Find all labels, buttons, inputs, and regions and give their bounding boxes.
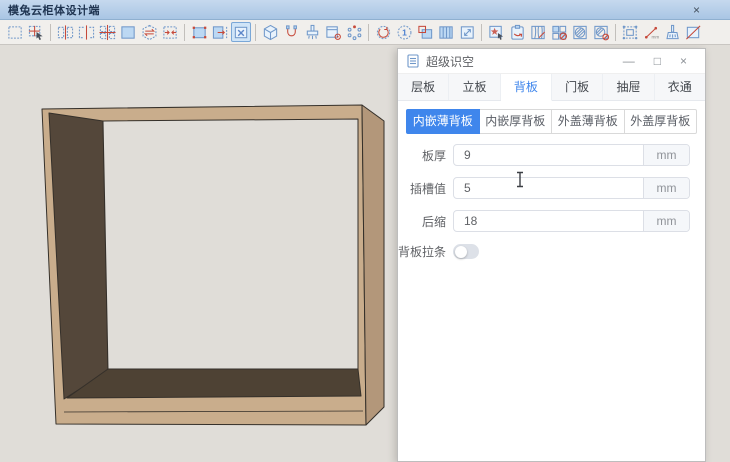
board-thickness-label: 板厚: [398, 147, 446, 164]
clipboard-transfer-icon[interactable]: [507, 22, 527, 42]
magnet-snap-icon[interactable]: [281, 22, 301, 42]
slot-value-inputwrap: mm: [453, 177, 690, 199]
panel-corner-points-icon[interactable]: [189, 22, 209, 42]
measure-dimension-icon[interactable]: mm: [641, 22, 661, 42]
main-toolbar: 1 mm: [0, 20, 730, 45]
slot-value-row: 插槽值 mm: [398, 177, 690, 199]
board-thickness-inputwrap: mm: [453, 144, 690, 166]
split-grid-icon[interactable]: [97, 22, 117, 42]
back-inset-inputwrap: mm: [453, 210, 690, 232]
panel-title: 超级识空: [426, 53, 474, 70]
toolbar-separator: [184, 24, 185, 41]
box-settings-icon[interactable]: [323, 22, 343, 42]
tab-beiban[interactable]: 背板: [501, 74, 552, 101]
tab-chouti[interactable]: 抽屉: [603, 74, 654, 100]
grid-disable-icon[interactable]: [549, 22, 569, 42]
panel-form: 板厚 mm 插槽值 mm 后缩 mm: [398, 134, 705, 260]
tab-yitong[interactable]: 衣通: [655, 74, 705, 100]
toolbar-separator: [50, 24, 51, 41]
dialog-panel: 超级识空 — □ × 层板 立板 背板 门板 抽屉 衣通 内嵌薄背板 内嵌厚背板…: [397, 48, 706, 462]
clean-broom-icon[interactable]: [662, 22, 682, 42]
panel-close-button[interactable]: ×: [680, 49, 687, 74]
fill-panel-icon[interactable]: [118, 22, 138, 42]
tab-cengban[interactable]: 层板: [398, 74, 449, 100]
hatch-material-icon[interactable]: [570, 22, 590, 42]
slot-value-unit: mm: [643, 178, 689, 198]
toolbar-separator: [481, 24, 482, 41]
panel-tab-bar: 层板 立板 背板 门板 抽屉 衣通: [398, 74, 705, 101]
toolbar-separator: [368, 24, 369, 41]
app-window: 模兔云柜体设计端 × 1 mm 超级识空 — □: [0, 0, 730, 462]
box-3d-icon[interactable]: [260, 22, 280, 42]
paint-brush-icon[interactable]: [302, 22, 322, 42]
window-close-button[interactable]: ×: [693, 1, 700, 19]
component-dots-icon[interactable]: [344, 22, 364, 42]
merge-panels-icon[interactable]: [160, 22, 180, 42]
panel-document-icon: [407, 54, 420, 68]
panel-window-controls: — □ ×: [623, 49, 687, 74]
toolbar-separator: [615, 24, 616, 41]
panel-titlebar: 超级识空 — □ ×: [398, 49, 705, 74]
frame-edit-icon[interactable]: [620, 22, 640, 42]
svg-text:1: 1: [402, 27, 407, 37]
resize-panel-icon[interactable]: [457, 22, 477, 42]
tab-liban[interactable]: 立板: [449, 74, 500, 100]
back-inset-row: 后缩 mm: [398, 210, 690, 232]
select-area-cursor-icon[interactable]: [26, 22, 46, 42]
window-title: 模兔云柜体设计端: [8, 2, 100, 18]
back-inset-unit: mm: [643, 211, 689, 231]
back-strip-toggle-label: 背板拉条: [398, 243, 446, 260]
svg-text:mm: mm: [651, 35, 659, 40]
slot-value-input[interactable]: [454, 178, 643, 198]
disable-slash-icon[interactable]: [683, 22, 703, 42]
toggle-knob: [455, 246, 467, 258]
subtab-overlay-thick-back[interactable]: 外盖厚背板: [624, 109, 698, 134]
back-strip-toggle[interactable]: [453, 244, 479, 259]
rotate-component-icon[interactable]: [373, 22, 393, 42]
curtain-edit-icon[interactable]: [528, 22, 548, 42]
panel-maximize-button[interactable]: □: [654, 49, 661, 74]
hatch-material-remove-icon[interactable]: [591, 22, 611, 42]
subtab-inset-thick-back[interactable]: 内嵌厚背板: [479, 109, 553, 134]
back-strip-row: 背板拉条: [398, 243, 690, 260]
slot-value-label: 插槽值: [398, 180, 446, 197]
toolbar-separator: [255, 24, 256, 41]
select-area-icon[interactable]: [5, 22, 25, 42]
back-inset-label: 后缩: [398, 213, 446, 230]
board-thickness-row: 板厚 mm: [398, 144, 690, 166]
split-two-panels-icon[interactable]: [55, 22, 75, 42]
board-thickness-unit: mm: [643, 145, 689, 165]
backpanel-type-segmented: 内嵌薄背板 内嵌厚背板 外盖薄背板 外盖厚背板: [406, 109, 697, 134]
star-pick-icon[interactable]: [486, 22, 506, 42]
tab-menban[interactable]: 门板: [552, 74, 603, 100]
split-brackets-icon[interactable]: [76, 22, 96, 42]
subtab-inset-thin-back[interactable]: 内嵌薄背板: [406, 109, 480, 134]
lined-panel-icon[interactable]: [436, 22, 456, 42]
board-thickness-input[interactable]: [454, 145, 643, 165]
delete-panel-icon[interactable]: [231, 22, 251, 42]
number-one-component-icon[interactable]: 1: [394, 22, 414, 42]
back-inset-input[interactable]: [454, 211, 643, 231]
swap-panels-icon[interactable]: [139, 22, 159, 42]
overlap-panels-icon[interactable]: [415, 22, 435, 42]
panel-minimize-button[interactable]: —: [623, 49, 635, 74]
extend-panel-right-icon[interactable]: [210, 22, 230, 42]
window-titlebar: 模兔云柜体设计端 ×: [0, 0, 730, 20]
subtab-overlay-thin-back[interactable]: 外盖薄背板: [551, 109, 625, 134]
